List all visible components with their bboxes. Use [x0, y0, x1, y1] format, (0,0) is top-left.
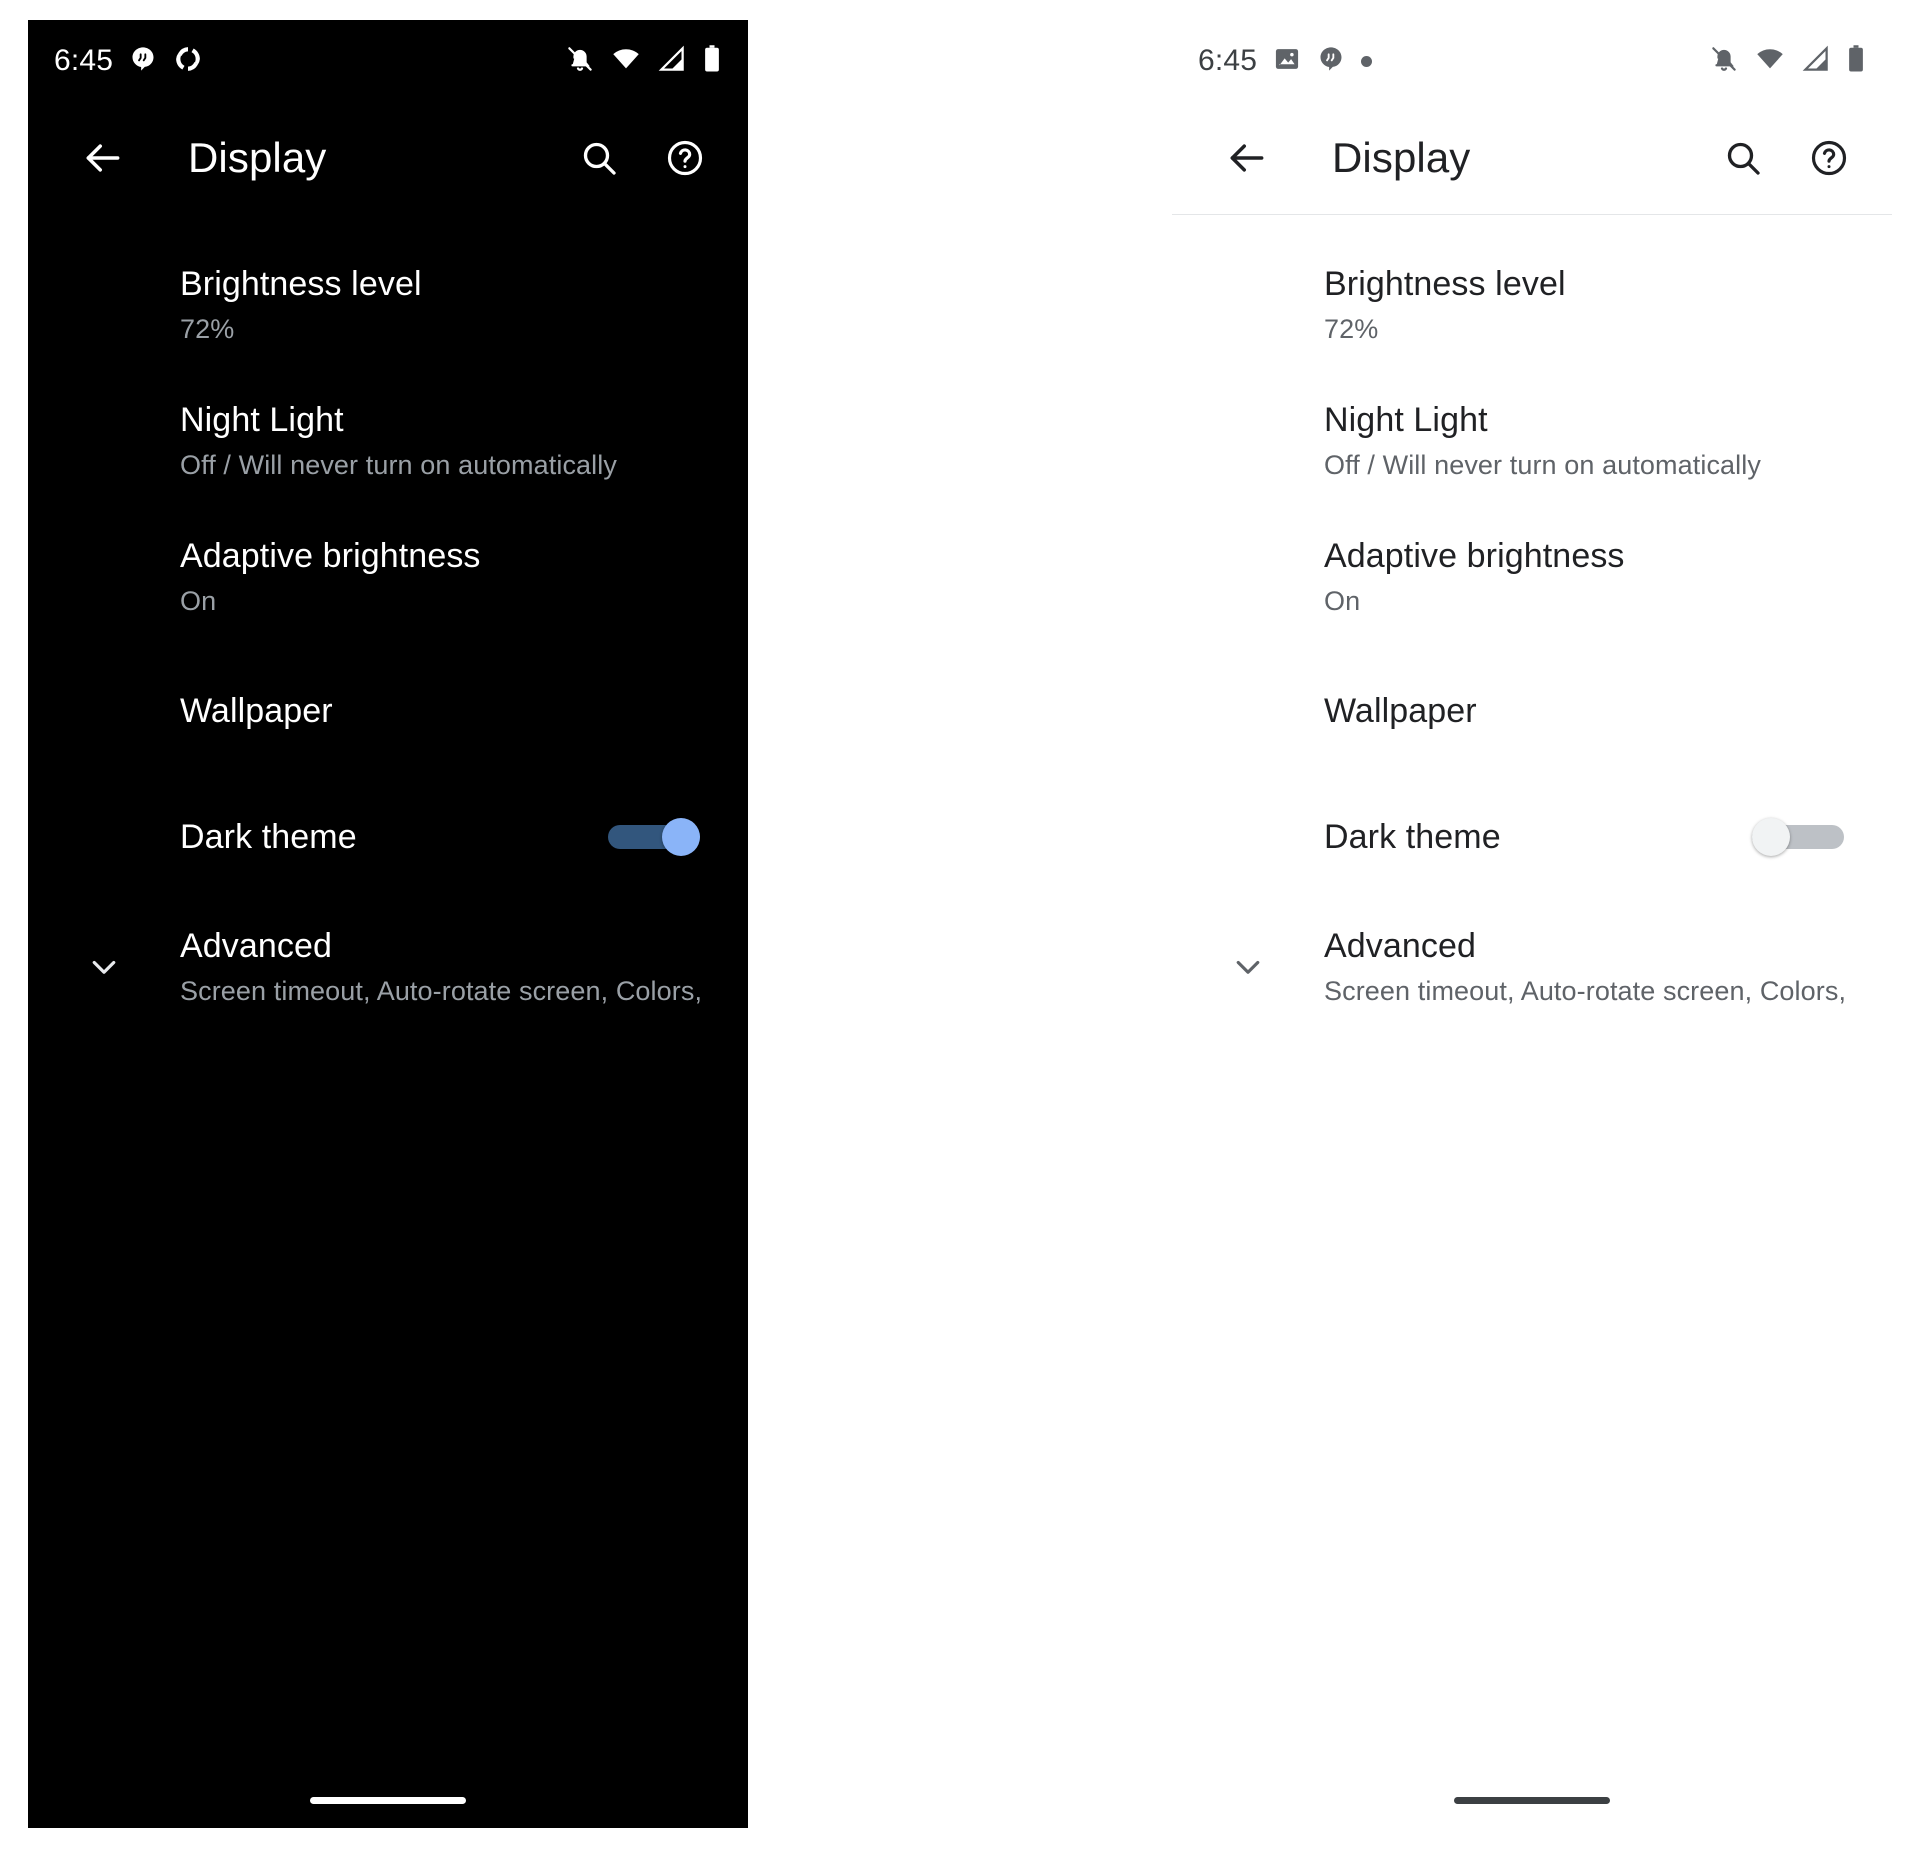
list-item-brightness-level[interactable]: Brightness level 72% — [1172, 261, 1892, 349]
list-item-text: Night Light Off / Will never turn on aut… — [1172, 397, 1852, 485]
list-item-night-light[interactable]: Night Light Off / Will never turn on aut… — [1172, 397, 1892, 485]
list-item-subtitle: On — [180, 586, 217, 616]
list-item-subtitle: 72% — [1324, 314, 1379, 344]
list-item-text: Wallpaper — [1172, 688, 1852, 734]
app-bar: Display — [28, 102, 748, 214]
list-item-brightness-level[interactable]: Brightness level 72% — [28, 261, 748, 349]
list-item-title: Brightness level — [1324, 265, 1566, 303]
search-button[interactable] — [1714, 129, 1772, 187]
list-item-advanced[interactable]: Advanced Screen timeout, Auto-rotate scr… — [1172, 923, 1892, 1011]
page-title: Display — [1332, 134, 1471, 181]
wifi-icon — [1754, 44, 1786, 79]
settings-list: Brightness level 72% Night Light Off / W… — [1172, 215, 1892, 1772]
list-item-title: Night Light — [1324, 401, 1488, 439]
chevron-down-icon — [78, 941, 130, 993]
list-item-subtitle: Screen timeout, Auto-rotate screen, Colo… — [180, 976, 708, 1006]
list-item-text: Wallpaper — [28, 688, 708, 734]
list-item-title: Night Light — [180, 401, 344, 439]
dark-theme-toggle[interactable] — [1752, 818, 1844, 856]
list-item-title: Dark theme — [180, 818, 357, 856]
list-item-text: Advanced Screen timeout, Auto-rotate scr… — [28, 923, 708, 1011]
app-bar: Display — [1172, 102, 1892, 214]
status-bar-clock: 6:45 — [54, 44, 114, 77]
list-item-text: Night Light Off / Will never turn on aut… — [28, 397, 708, 485]
status-bar-left: 6:45 — [54, 44, 203, 79]
back-button[interactable] — [74, 129, 132, 187]
phone-screen-dark: 6:45 Display Brightness level 72% Night … — [28, 20, 748, 1828]
list-item-text: Adaptive brightness On — [28, 533, 708, 621]
list-item-night-light[interactable]: Night Light Off / Will never turn on aut… — [28, 397, 748, 485]
chevron-down-icon — [1222, 941, 1274, 993]
settings-list: Brightness level 72% Night Light Off / W… — [28, 215, 748, 1772]
hangouts-icon — [1317, 44, 1345, 79]
list-item-dark-theme[interactable]: Dark theme — [28, 799, 748, 875]
battery-icon — [702, 44, 722, 79]
list-item-text: Brightness level 72% — [28, 261, 708, 349]
list-item-text: Dark theme — [28, 814, 608, 860]
page-title: Display — [188, 134, 327, 181]
cellular-signal-icon — [1801, 44, 1831, 79]
list-item-title: Advanced — [1324, 927, 1477, 965]
list-item-wallpaper[interactable]: Wallpaper — [28, 673, 748, 749]
list-item-text: Advanced Screen timeout, Auto-rotate scr… — [1172, 923, 1852, 1011]
list-item-title: Adaptive brightness — [180, 537, 481, 575]
list-item-text: Adaptive brightness On — [1172, 533, 1852, 621]
list-item-adaptive-brightness[interactable]: Adaptive brightness On — [28, 533, 748, 621]
list-item-title: Brightness level — [180, 265, 422, 303]
toggle-thumb — [662, 818, 700, 856]
list-item-subtitle: 72% — [180, 314, 235, 344]
list-item-subtitle: On — [1324, 586, 1361, 616]
status-bar-right — [565, 44, 722, 79]
list-item-title: Advanced — [180, 927, 333, 965]
list-item-title: Adaptive brightness — [1324, 537, 1625, 575]
list-item-text: Brightness level 72% — [1172, 261, 1852, 349]
list-item-adaptive-brightness[interactable]: Adaptive brightness On — [1172, 533, 1892, 621]
home-indicator[interactable] — [1454, 1796, 1610, 1804]
home-indicator-bar — [1172, 1772, 1892, 1828]
dot-icon — [1361, 55, 1373, 67]
dark-theme-toggle[interactable] — [608, 818, 700, 856]
list-item-subtitle: Off / Will never turn on automatically — [180, 450, 617, 480]
home-indicator[interactable] — [310, 1796, 466, 1804]
search-button[interactable] — [570, 129, 628, 187]
hangouts-icon — [129, 44, 157, 79]
notifications-off-icon — [1709, 44, 1739, 79]
battery-icon — [1846, 44, 1866, 79]
list-item-text: Dark theme — [1172, 814, 1752, 860]
phone-screen-light: 6:45 Display Brightness level 72% Night … — [1172, 20, 1892, 1828]
sync-icon — [173, 44, 203, 79]
status-bar-right — [1709, 44, 1866, 79]
home-indicator-bar — [28, 1772, 748, 1828]
list-item-title: Wallpaper — [1324, 692, 1477, 730]
help-button[interactable] — [1800, 129, 1858, 187]
list-item-advanced[interactable]: Advanced Screen timeout, Auto-rotate scr… — [28, 923, 748, 1011]
notifications-off-icon — [565, 44, 595, 79]
status-bar-clock: 6:45 — [1198, 44, 1258, 77]
screenshot-stage: 6:45 Display Brightness level 72% Night … — [0, 0, 1920, 1851]
list-item-title: Dark theme — [1324, 818, 1501, 856]
status-bar-left: 6:45 — [1198, 44, 1373, 79]
toggle-thumb — [1752, 818, 1790, 856]
list-item-subtitle: Screen timeout, Auto-rotate screen, Colo… — [1324, 976, 1852, 1006]
list-item-dark-theme[interactable]: Dark theme — [1172, 799, 1892, 875]
back-button[interactable] — [1218, 129, 1276, 187]
list-item-wallpaper[interactable]: Wallpaper — [1172, 673, 1892, 749]
wifi-icon — [610, 44, 642, 79]
status-bar: 6:45 — [28, 20, 748, 102]
cellular-signal-icon — [657, 44, 687, 79]
help-button[interactable] — [656, 129, 714, 187]
list-item-title: Wallpaper — [180, 692, 333, 730]
status-bar: 6:45 — [1172, 20, 1892, 102]
image-icon — [1273, 45, 1301, 78]
list-item-subtitle: Off / Will never turn on automatically — [1324, 450, 1761, 480]
